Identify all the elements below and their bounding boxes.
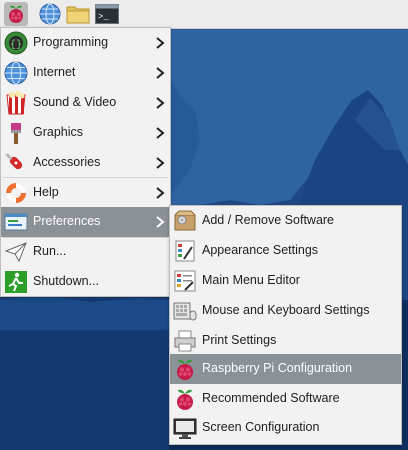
chevron-right-icon [156,97,165,109]
raspberry-icon [177,389,193,410]
menu-item-label: Programming [33,35,109,49]
paper-plane-icon [4,242,27,263]
raspberry-icon [177,359,193,380]
menu-item-shutdown[interactable]: Shutdown... [1,267,170,297]
submenu-item-main-menu-editor[interactable]: Main Menu Editor [170,266,401,296]
package-icon [174,210,196,231]
menu-item-label: Screen Configuration [202,420,320,434]
chevron-right-icon [156,127,165,139]
raspberry-menu-button[interactable] [4,2,28,26]
paintbrush-icon [11,123,21,144]
submenu-item-raspberry-pi-configuration[interactable]: Raspberry Pi Configuration [170,354,401,384]
programming-icon: {} [4,31,28,55]
menu-item-label: Run... [33,244,67,258]
printer-icon [174,330,196,352]
chevron-right-icon [156,37,165,49]
terminal-prompt-label: >_ [98,12,109,22]
menu-item-programming[interactable]: {} Programming [1,28,170,58]
menu-item-label: Accessories [33,155,101,169]
keyboard-mouse-icon [173,302,197,321]
menu-item-label: Mouse and Keyboard Settings [202,303,370,317]
chevron-right-icon [156,157,165,169]
globe-icon [4,61,28,85]
terminal-icon: >_ [95,4,119,24]
menu-item-label: Print Settings [202,333,277,347]
menu-item-label: Shutdown... [33,274,100,288]
menu-item-help[interactable]: Help [1,178,170,208]
taskbar: >_ [0,0,408,29]
appearance-icon [175,240,195,262]
chevron-right-icon [156,67,165,79]
menu-item-label: Main Menu Editor [202,273,300,287]
menu-item-label: Recommended Software [202,391,340,405]
menu-item-label: Sound & Video [33,95,117,109]
main-menu: {} Programming Internet Sound & Video Gr… [0,27,171,297]
web-browser-launcher[interactable] [38,2,62,26]
menu-item-label: Graphics [33,125,84,139]
menu-item-run[interactable]: Run... [1,237,170,267]
globe-icon [39,3,61,25]
menu-item-label: Add / Remove Software [202,213,335,227]
submenu-item-mouse-keyboard-settings[interactable]: Mouse and Keyboard Settings [170,296,401,326]
terminal-launcher[interactable]: >_ [95,2,119,26]
submenu-item-recommended-software[interactable]: Recommended Software [170,384,401,414]
chevron-right-icon [156,187,165,199]
preferences-submenu: Add / Remove Software Appearance Setting… [169,205,402,445]
menu-item-preferences[interactable]: Preferences [1,207,170,237]
menu-item-label: Help [33,185,59,199]
menu-item-label: Raspberry Pi Configuration [202,361,353,375]
lifebuoy-icon [6,183,26,203]
exit-icon [5,271,27,293]
menu-item-label: Preferences [33,214,101,228]
menu-item-graphics[interactable]: Graphics [1,118,170,148]
file-manager-launcher[interactable] [66,2,90,26]
sound-video-icon [6,91,26,115]
svg-text:{}: {} [10,39,22,51]
monitor-icon [173,418,197,439]
menu-item-sound-video[interactable]: Sound & Video [1,88,170,118]
submenu-item-add-remove-software[interactable]: Add / Remove Software [170,206,401,236]
submenu-item-print-settings[interactable]: Print Settings [170,326,401,356]
menu-item-accessories[interactable]: Accessories [1,148,170,178]
submenu-item-appearance-settings[interactable]: Appearance Settings [170,236,401,266]
swiss-knife-icon [5,153,23,170]
menu-item-label: Internet [33,65,76,79]
menu-item-label: Appearance Settings [202,243,319,257]
preferences-icon [4,213,28,231]
menu-editor-icon [174,270,196,292]
submenu-item-screen-configuration[interactable]: Screen Configuration [170,413,401,443]
raspberry-icon [9,5,23,23]
menu-item-internet[interactable]: Internet [1,58,170,88]
chevron-right-icon [156,216,165,228]
folder-icon [66,6,90,24]
